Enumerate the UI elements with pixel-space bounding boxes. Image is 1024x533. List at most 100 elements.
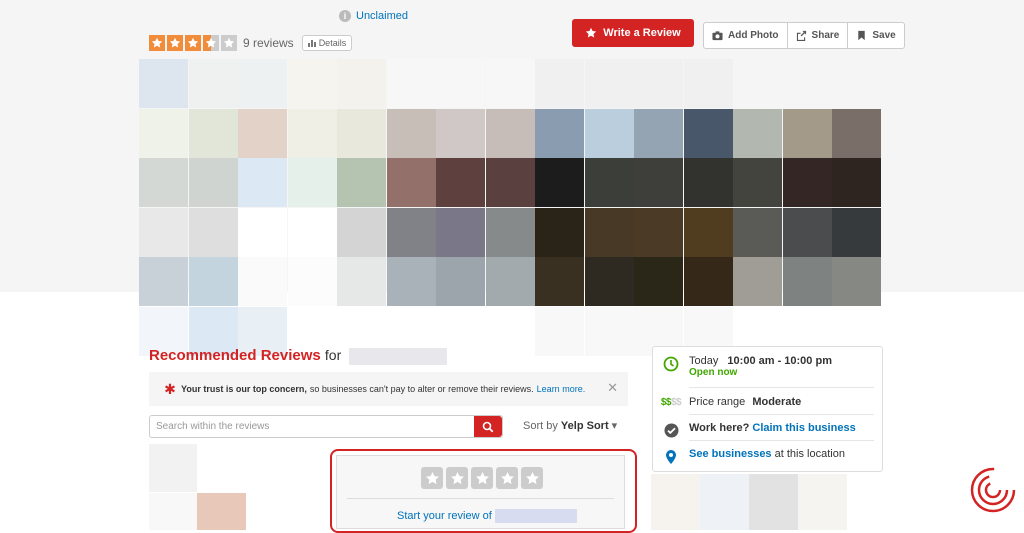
work-here-text: Work here? <box>689 422 750 434</box>
photo-tile <box>700 474 749 530</box>
photo-tile <box>535 108 584 158</box>
today-label: Today <box>689 355 719 367</box>
camera-icon <box>712 31 723 41</box>
add-photo-label: Add Photo <box>728 30 779 41</box>
photo-tile <box>749 474 798 530</box>
photo-tile <box>782 108 832 158</box>
photo-tile <box>584 59 634 108</box>
trust-banner: ✱ Your trust is our top concern, so busi… <box>149 372 628 406</box>
photo-tile <box>535 59 584 108</box>
trust-bold-text: Your trust is our top concern, <box>181 384 307 394</box>
photo-tile <box>436 108 485 158</box>
search-button[interactable] <box>474 416 502 437</box>
action-buttons: Add Photo Share Save <box>703 22 905 49</box>
details-label: Details <box>318 38 347 48</box>
photo-tile <box>584 207 634 257</box>
photo-tile <box>485 207 535 257</box>
photo-tile <box>733 207 782 257</box>
watermark-logo-icon <box>970 467 1016 513</box>
photo-tile <box>782 158 832 207</box>
photo-tile <box>436 59 485 108</box>
photo-tile <box>287 207 337 257</box>
trust-text: so businesses can't pay to alter or remo… <box>309 384 534 394</box>
info-icon: i <box>339 10 351 22</box>
rating-star-icon <box>149 35 165 51</box>
photo-tile <box>832 158 881 207</box>
photo-tile <box>782 207 832 257</box>
photo-tile <box>832 207 881 257</box>
rec-title-text: Recommended Reviews <box>149 347 321 364</box>
learn-more-link[interactable]: Learn more. <box>537 384 586 394</box>
business-info-card: Today 10:00 am - 10:00 pm Open now $$ $$ … <box>652 346 883 472</box>
share-icon <box>796 30 806 41</box>
photo-tile <box>798 474 847 530</box>
photo-tile <box>683 158 733 207</box>
share-button[interactable]: Share <box>788 23 849 48</box>
photo-tile <box>535 306 584 356</box>
photo-tile <box>485 158 535 207</box>
yelp-burst-icon: ✱ <box>164 380 176 397</box>
unclaimed-label[interactable]: Unclaimed <box>356 10 408 22</box>
see-businesses-link[interactable]: See businesses <box>689 448 772 460</box>
chevron-down-icon: ▾ <box>611 420 618 432</box>
nearby-photos[interactable] <box>651 474 847 530</box>
photo-tile <box>634 59 683 108</box>
photo-tile <box>535 158 584 207</box>
photo-tile <box>651 474 700 530</box>
at-location-text: at this location <box>774 448 845 460</box>
search-icon <box>482 421 494 432</box>
photo-mosaic[interactable] <box>139 59 909 356</box>
recommended-reviews-heading: Recommended Reviews for <box>149 347 448 365</box>
photo-tile <box>337 108 386 158</box>
unclaimed-status[interactable]: i Unclaimed <box>339 10 408 22</box>
photo-tile <box>733 257 782 306</box>
claim-row: Work here? Claim this business <box>653 422 882 438</box>
sort-dropdown[interactable]: Sort by Yelp Sort ▾ <box>523 419 617 432</box>
price-row: $$ $$ Price range Moderate <box>653 396 882 408</box>
photo-tile <box>733 158 782 207</box>
photo-tile <box>287 59 337 108</box>
reviews-count[interactable]: 9 reviews <box>243 36 294 50</box>
photo-tile <box>733 108 782 158</box>
photo-tile <box>436 207 485 257</box>
photo-tile <box>139 257 188 306</box>
save-button[interactable]: Save <box>848 23 903 48</box>
write-review-button[interactable]: Write a Review <box>572 19 694 47</box>
clock-icon <box>663 356 679 372</box>
add-photo-button[interactable]: Add Photo <box>704 23 788 48</box>
photo-tile <box>683 207 733 257</box>
hours-row: Today 10:00 am - 10:00 pm Open now <box>653 355 882 378</box>
photo-tile <box>139 59 188 108</box>
search-input[interactable] <box>150 416 474 437</box>
photo-tile <box>683 257 733 306</box>
photo-tile <box>436 257 485 306</box>
photo-tile <box>683 59 733 108</box>
photo-tile <box>188 257 238 306</box>
photo-tile <box>238 158 287 207</box>
claim-business-link[interactable]: Claim this business <box>752 422 855 434</box>
location-row: See businesses at this location <box>653 448 882 465</box>
rating-star-icon <box>185 35 201 51</box>
photo-tile <box>287 108 337 158</box>
user-avatar-placeholder <box>149 444 197 492</box>
photo-tile <box>535 207 584 257</box>
bar-chart-icon <box>307 40 316 47</box>
photo-tile <box>188 59 238 108</box>
redacted-business-name <box>349 347 448 365</box>
photo-tile <box>634 108 683 158</box>
photo-tile <box>584 158 634 207</box>
photo-tile <box>188 207 238 257</box>
hours-text: 10:00 am - 10:00 pm <box>727 355 832 367</box>
photo-tile <box>634 257 683 306</box>
details-button[interactable]: Details <box>301 35 353 51</box>
divider <box>689 387 874 388</box>
photo-tile <box>188 108 238 158</box>
photo-tile <box>733 59 782 108</box>
photo-tile <box>584 306 634 356</box>
close-icon[interactable]: ✕ <box>607 380 618 396</box>
photo-tile <box>238 207 287 257</box>
photo-tile <box>485 108 535 158</box>
bookmark-icon <box>858 30 866 41</box>
checkmark-badge-icon <box>664 423 678 438</box>
open-now-status: Open now <box>689 367 738 378</box>
